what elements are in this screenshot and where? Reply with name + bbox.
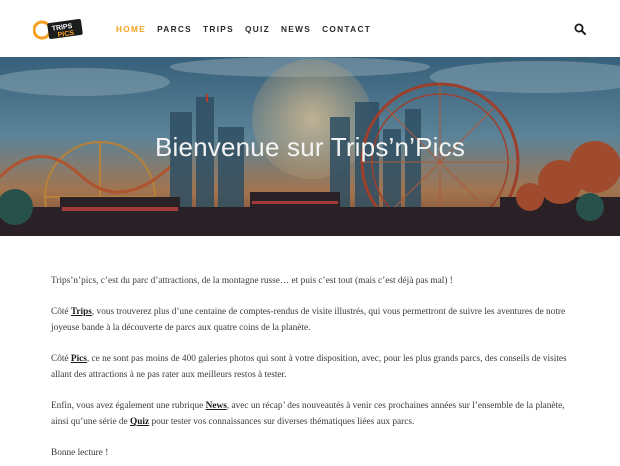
main-nav: HOME PARCS TRIPS QUIZ NEWS CONTACT <box>116 23 382 35</box>
intro-paragraph-4: Enfin, vous avez également une rubrique … <box>51 398 571 430</box>
intro-paragraph-2: Côté Trips, vous trouverez plus d’une ce… <box>51 304 571 336</box>
site-header: TRIPS PICS HOME PARCS TRIPS QUIZ NEWS CO… <box>0 0 620 57</box>
nav-contact[interactable]: CONTACT <box>322 23 371 35</box>
nav-trips[interactable]: TRIPS <box>203 23 234 35</box>
pics-link[interactable]: Pics <box>71 354 87 364</box>
quiz-link[interactable]: Quiz <box>130 417 149 427</box>
nav-parcs[interactable]: PARCS <box>157 23 192 35</box>
intro-paragraph-5: Bonne lecture ! <box>51 448 109 458</box>
search-icon[interactable] <box>574 23 586 35</box>
intro-paragraph-1: Trips’n’pics, c’est du parc d’attraction… <box>51 276 453 286</box>
news-link[interactable]: News <box>206 401 227 411</box>
text-segment: Côté <box>51 354 71 364</box>
text-segment: , ce ne sont pas moins de 400 galeries p… <box>51 354 567 380</box>
nav-home[interactable]: HOME <box>116 23 146 35</box>
nav-news[interactable]: NEWS <box>281 23 311 35</box>
svg-text:PICS: PICS <box>57 30 74 39</box>
trips-link[interactable]: Trips <box>71 307 92 317</box>
text-segment: , vous trouverez plus d’une centaine de … <box>51 307 566 333</box>
site-logo[interactable]: TRIPS PICS <box>33 17 85 41</box>
text-segment: Côté <box>51 307 71 317</box>
hero-banner: Bienvenue sur Trips’n’Pics <box>0 57 620 236</box>
nav-quiz[interactable]: QUIZ <box>245 23 270 35</box>
intro-content: Trips’n’pics, c’est du parc d’attraction… <box>51 273 571 466</box>
text-segment: Enfin, vous avez également une rubrique <box>51 401 206 411</box>
intro-paragraph-3: Côté Pics, ce ne sont pas moins de 400 g… <box>51 351 571 383</box>
page-title: Bienvenue sur Trips’n’Pics <box>154 132 466 162</box>
text-segment: pour tester vos connaissances sur divers… <box>149 417 415 427</box>
